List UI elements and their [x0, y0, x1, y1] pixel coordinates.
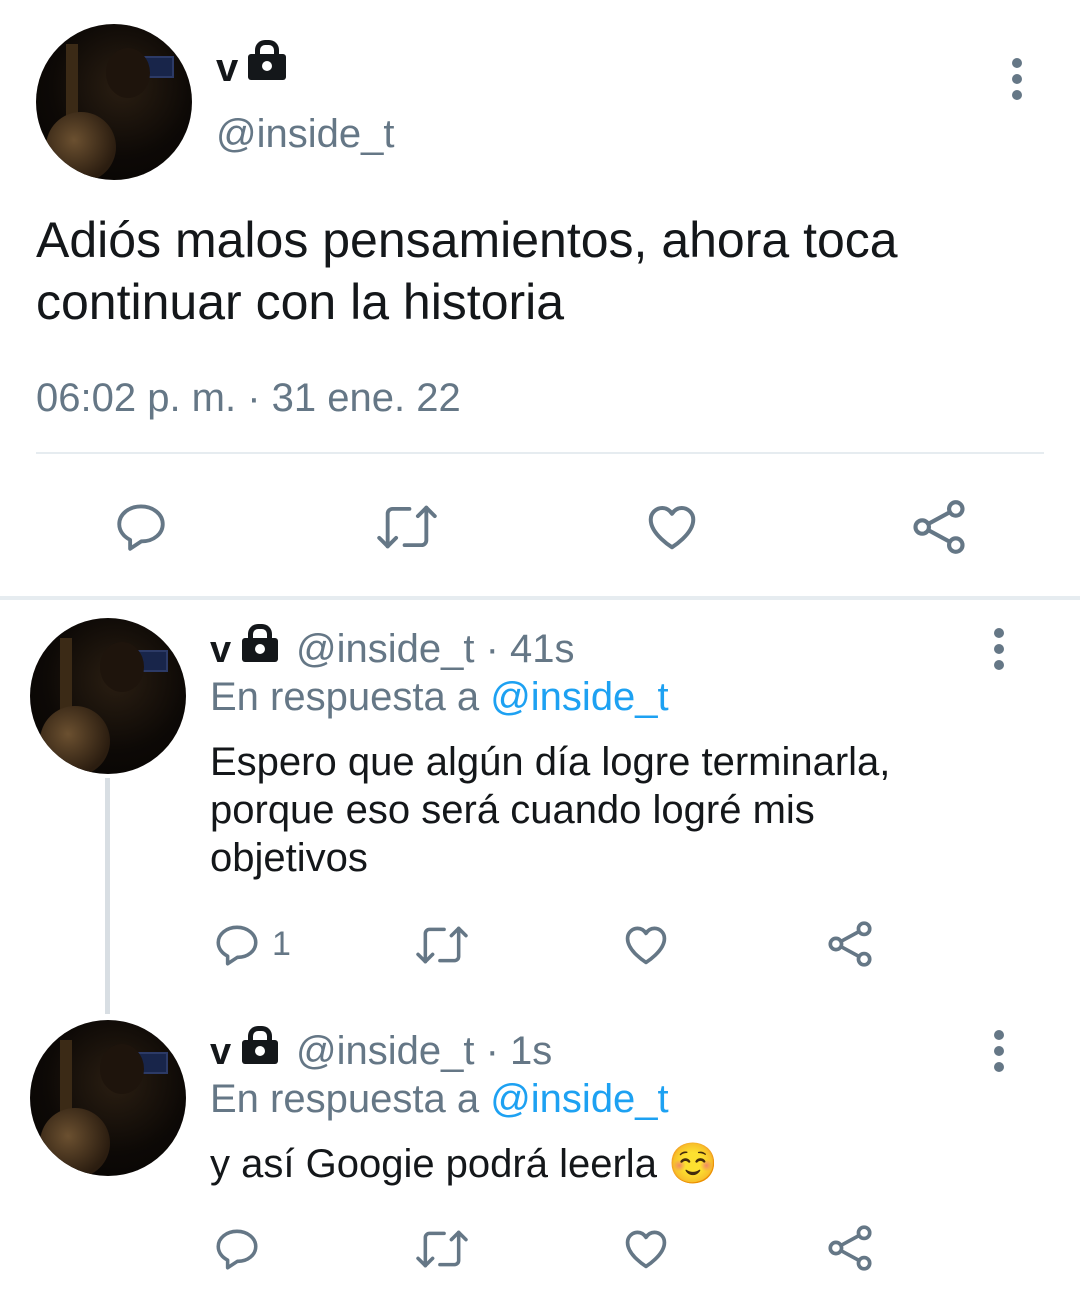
- retweet-icon[interactable]: [412, 1224, 472, 1274]
- comment-icon[interactable]: [212, 920, 262, 970]
- tweet-text-line-1: y así Googie podrá leerla ☺️: [210, 1142, 718, 1186]
- reply-count: 1: [272, 925, 291, 963]
- share-icon[interactable]: [908, 496, 970, 558]
- display-name[interactable]: v: [216, 44, 238, 92]
- relative-time: 1s: [510, 1029, 553, 1073]
- like-icon[interactable]: [620, 918, 672, 970]
- lock-icon: [246, 40, 288, 82]
- like-icon[interactable]: [620, 1222, 672, 1274]
- tweet-text-line-1: Adiós malos pensamientos, ahora toca: [36, 212, 898, 268]
- avatar[interactable]: [30, 1020, 186, 1176]
- reply-to-link[interactable]: @inside_t: [490, 675, 668, 719]
- display-name[interactable]: v: [210, 628, 231, 672]
- more-options-icon[interactable]: [992, 628, 1006, 670]
- lock-icon: [240, 1026, 280, 1066]
- like-icon[interactable]: [642, 496, 702, 556]
- avatar[interactable]: [36, 24, 192, 180]
- share-icon[interactable]: [824, 918, 876, 970]
- retweet-icon[interactable]: [372, 498, 442, 556]
- retweet-icon[interactable]: [412, 920, 472, 970]
- reply-context: En respuesta a @inside_t: [210, 675, 669, 719]
- more-options-icon[interactable]: [1010, 58, 1024, 100]
- share-icon[interactable]: [824, 1222, 876, 1274]
- handle[interactable]: @inside_t: [216, 110, 394, 158]
- timestamp[interactable]: 06:02 p. m. · 31 ene. 22: [36, 374, 461, 422]
- tweet-text-line-2: continuar con la historia: [36, 274, 565, 330]
- more-options-icon[interactable]: [992, 1030, 1006, 1072]
- comment-icon[interactable]: [112, 498, 170, 556]
- divider: [36, 452, 1044, 454]
- comment-icon[interactable]: [212, 1224, 262, 1274]
- handle[interactable]: @inside_t · 1s: [296, 1028, 552, 1074]
- reply-context: En respuesta a @inside_t: [210, 1077, 669, 1121]
- tweet-text-line-3: objetivos: [210, 836, 368, 880]
- tweet-text-line-1: Espero que algún día logre terminarla,: [210, 740, 891, 784]
- section-divider: [0, 596, 1080, 600]
- avatar[interactable]: [30, 618, 186, 774]
- tweet-text-line-2: porque eso será cuando logré mis: [210, 788, 815, 832]
- reply-to-link[interactable]: @inside_t: [490, 1077, 668, 1121]
- display-name[interactable]: v: [210, 1030, 231, 1074]
- thread-line: [105, 778, 110, 1014]
- relative-time: 41s: [510, 627, 575, 671]
- lock-icon: [240, 624, 280, 664]
- handle[interactable]: @inside_t · 41s: [296, 626, 575, 672]
